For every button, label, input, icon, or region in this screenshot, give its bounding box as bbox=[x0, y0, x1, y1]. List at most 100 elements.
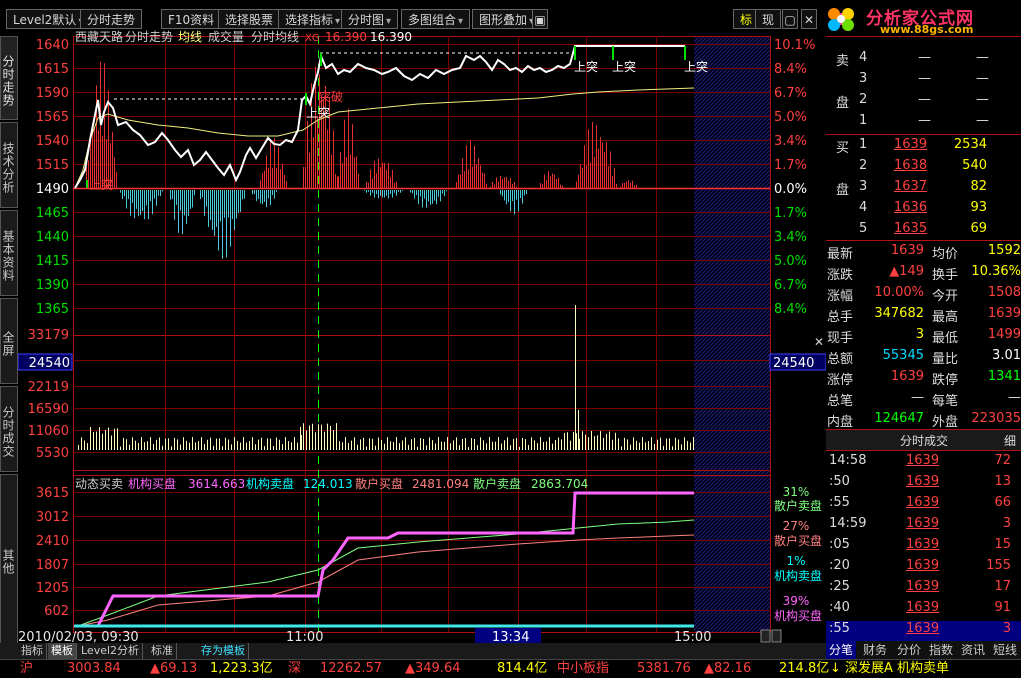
bottom-tab-indicator[interactable]: 指标 bbox=[18, 643, 47, 659]
tick-row[interactable]: :25 1639 17 bbox=[826, 579, 1021, 600]
time-end: 15:00 bbox=[674, 630, 711, 643]
left-tab-fundamentals[interactable]: 基本资料 bbox=[0, 210, 18, 296]
price-axis-tick: 1615 bbox=[36, 62, 69, 77]
tick-row[interactable]: :05 1639 15 bbox=[826, 537, 1021, 558]
current-button[interactable]: 现 bbox=[755, 9, 782, 29]
quote-value: 1639 bbox=[890, 243, 924, 258]
tick-row[interactable]: :55 1639 3 bbox=[826, 621, 1021, 642]
quote-row: 涨幅 10.00% 今开 1508 bbox=[826, 285, 1021, 306]
tab-intraday-label: 分时走势 bbox=[87, 13, 136, 27]
tab-f10[interactable]: F10资料 bbox=[161, 9, 222, 29]
left-tab-other[interactable]: 其他 bbox=[0, 474, 18, 644]
layout-select[interactable]: Level2默认 bbox=[6, 9, 91, 29]
right-tab-price[interactable]: 分价 bbox=[894, 641, 924, 659]
right-tab-news[interactable]: 资讯 bbox=[958, 641, 988, 659]
tick-volume: 66 bbox=[994, 495, 1011, 510]
order-price: 1637 bbox=[894, 179, 928, 194]
bottom-tabbar: 指标 模板 Level2分析 标准 存为模板 bbox=[0, 643, 826, 659]
left-tab-intraday[interactable]: 分时走势 bbox=[0, 36, 18, 120]
left-tab-technical[interactable]: 技术分析 bbox=[0, 122, 18, 208]
order-row-buy[interactable]: 盘 3 1637 82 bbox=[826, 179, 1021, 200]
tick-row[interactable]: :40 1639 91 bbox=[826, 600, 1021, 621]
sz-change: ▲349.64 bbox=[405, 661, 461, 676]
order-row-sell[interactable]: 卖 4 — — bbox=[826, 50, 1021, 71]
order-price: 1638 bbox=[894, 158, 928, 173]
select-stock-button[interactable]: 选择股票 bbox=[218, 9, 281, 29]
select-indicator-button[interactable]: 选择指标 bbox=[278, 9, 348, 29]
close-pane-icon[interactable]: ✕ bbox=[814, 335, 824, 349]
legend-pct-2: 1% bbox=[786, 554, 805, 568]
header-item-volume: 成交量 bbox=[208, 30, 244, 44]
order-row-sell[interactable]: 3 — — bbox=[826, 71, 1021, 92]
header-item-intraday: 分时走势 bbox=[125, 30, 173, 44]
tick-time: 14:58 bbox=[829, 453, 867, 468]
window-icon[interactable]: ▢ bbox=[782, 9, 798, 29]
tick-time: 14:59 bbox=[829, 516, 867, 531]
tick-time: :20 bbox=[829, 558, 850, 573]
tick-row[interactable]: :55 1639 66 bbox=[826, 495, 1021, 516]
order-price: — bbox=[918, 92, 931, 107]
order-row-buy[interactable]: 买 1 1639 2534 bbox=[826, 137, 1021, 158]
bottom-tab-standard[interactable]: 标准 bbox=[148, 643, 177, 659]
price-axis-tick: 1515 bbox=[36, 158, 69, 173]
tab-intraday[interactable]: 分时走势 bbox=[80, 9, 143, 29]
tick-price: 1639 bbox=[906, 537, 940, 552]
quote-label: 最新 bbox=[827, 247, 854, 262]
overlay-button[interactable]: 图形叠加 bbox=[472, 9, 542, 29]
order-row-buy[interactable]: 5 1635 69 bbox=[826, 221, 1021, 242]
bottom-tab-template[interactable]: 模板 bbox=[48, 643, 77, 659]
order-side-label: 盘 bbox=[836, 183, 850, 198]
ticks-detail-tab[interactable]: 细 bbox=[1004, 432, 1016, 449]
quote-row: 最新 1639 均价 1592 bbox=[826, 243, 1021, 264]
tick-row[interactable]: :20 1639 155 bbox=[826, 558, 1021, 579]
right-tab-finance[interactable]: 财务 bbox=[860, 641, 890, 659]
order-side-label: 买 bbox=[836, 141, 850, 156]
flow-label-1: 机构卖盘 bbox=[246, 476, 294, 491]
tick-time: :55 bbox=[829, 621, 850, 636]
multi-chart-button[interactable]: 多图组合 bbox=[401, 9, 471, 29]
flow-value-2: 2481.094 bbox=[412, 477, 469, 491]
pct-axis-tick: 5.0% bbox=[774, 254, 807, 269]
quote-label-2: 跌停 bbox=[932, 373, 959, 388]
legend-label-0: 散户卖盘 bbox=[774, 498, 822, 513]
lock-icon[interactable]: ▣ bbox=[532, 9, 548, 29]
signal-up-4: 上突 bbox=[612, 59, 636, 74]
logo-url: www.88gs.com bbox=[880, 23, 974, 36]
order-row-sell[interactable]: 1 — — bbox=[826, 113, 1021, 134]
quote-label-2: 今开 bbox=[932, 289, 959, 304]
tick-price: 1639 bbox=[906, 558, 940, 573]
order-row-buy[interactable]: 2 1638 540 bbox=[826, 158, 1021, 179]
price-axis-tick: 1390 bbox=[36, 278, 69, 293]
flow-value-0: 3614.663 bbox=[188, 477, 245, 491]
order-row-buy[interactable]: 4 1636 93 bbox=[826, 200, 1021, 221]
quote-label-2: 每笔 bbox=[932, 394, 959, 409]
tick-row[interactable]: 14:59 1639 3 bbox=[826, 516, 1021, 537]
quote-row: 总笔 — 每笔 — bbox=[826, 390, 1021, 411]
intraday-chart-button[interactable]: 分时图 bbox=[341, 9, 399, 29]
right-tab-short[interactable]: 短线 bbox=[990, 641, 1020, 659]
news-ticker[interactable]: ↓ 深发展A 机构卖单 bbox=[830, 660, 949, 678]
right-tab-index[interactable]: 指数 bbox=[926, 641, 956, 659]
order-level: 5 bbox=[859, 221, 868, 236]
quote-label-2: 最低 bbox=[932, 331, 959, 346]
tick-row[interactable]: 14:58 1639 72 bbox=[826, 453, 1021, 474]
order-level: 1 bbox=[859, 137, 868, 152]
bottom-tab-level2[interactable]: Level2分析 bbox=[78, 643, 144, 659]
left-tab-trades[interactable]: 分时成交 bbox=[0, 386, 18, 472]
order-row-sell[interactable]: 盘 2 — — bbox=[826, 92, 1021, 113]
close-icon[interactable]: ✕ bbox=[801, 9, 817, 29]
bottom-tab-save-template[interactable]: 存为模板 bbox=[198, 643, 249, 659]
flow-value-3: 2863.704 bbox=[531, 477, 588, 491]
sz-index: 12262.57 bbox=[320, 661, 383, 676]
tick-row[interactable]: :50 1639 13 bbox=[826, 474, 1021, 495]
flow-value-1: 124.013 bbox=[303, 477, 353, 491]
scroll-right-button[interactable] bbox=[771, 629, 782, 643]
right-tab-ticks[interactable]: 分笔 bbox=[826, 641, 857, 659]
scroll-left-button[interactable] bbox=[760, 629, 771, 643]
tick-volume: 155 bbox=[986, 558, 1011, 573]
flow-label-0: 机构买盘 bbox=[128, 476, 176, 491]
quote-value: 1639 bbox=[890, 369, 924, 384]
left-tab-fullscreen[interactable]: 全屏 bbox=[0, 298, 18, 384]
legend-label-3: 机构买盘 bbox=[774, 608, 822, 623]
quote-row: 涨停 1639 跌停 1341 bbox=[826, 369, 1021, 390]
